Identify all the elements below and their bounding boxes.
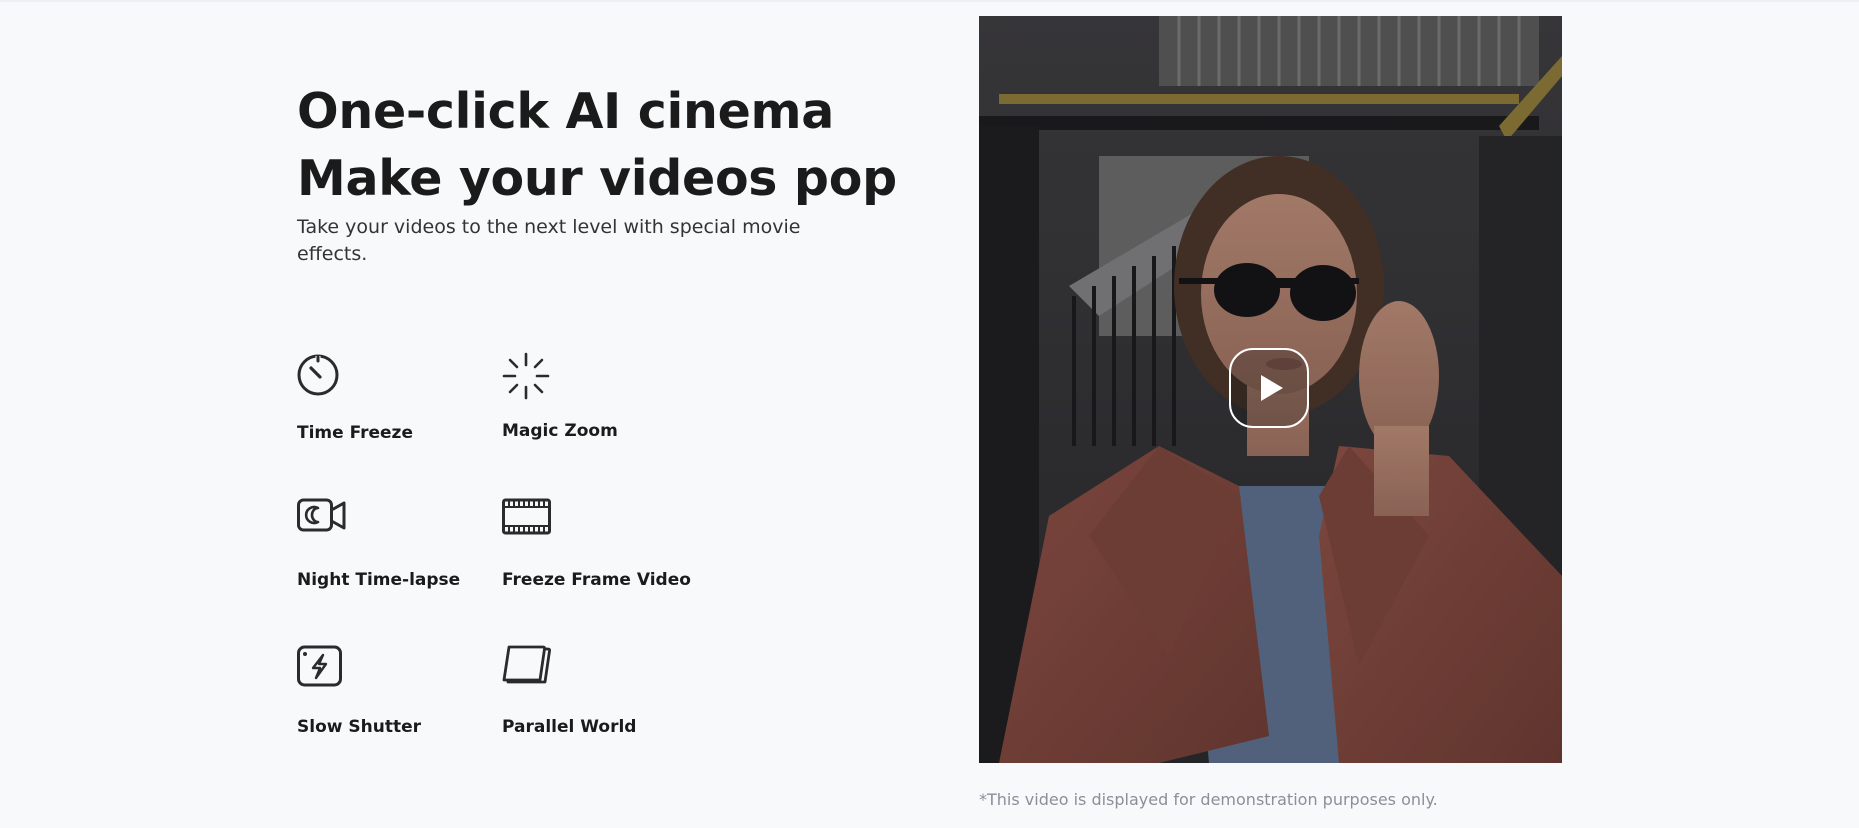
- burst-zoom-icon: [502, 352, 552, 402]
- video-disclaimer: *This video is displayed for demonstrati…: [979, 790, 1438, 809]
- feature-label: Parallel World: [502, 717, 637, 737]
- stacked-layers-icon: [502, 645, 552, 695]
- feature-label: Freeze Frame Video: [502, 570, 691, 590]
- feature-label: Slow Shutter: [297, 717, 421, 737]
- lightning-shutter-icon: [297, 645, 347, 695]
- play-icon: [1261, 375, 1283, 401]
- headline-line-2: Make your videos pop: [297, 150, 897, 207]
- demo-video-player[interactable]: [979, 16, 1562, 763]
- moon-camera-icon: [297, 498, 347, 548]
- hero-subtitle: Take your videos to the next level with …: [297, 216, 801, 265]
- headline-line-1: One-click AI cinema: [297, 83, 835, 140]
- play-button[interactable]: [1229, 348, 1309, 428]
- stopwatch-icon: [297, 352, 347, 402]
- feature-label: Time Freeze: [297, 423, 413, 443]
- top-divider: [0, 0, 1859, 2]
- film-strip-icon: [502, 498, 552, 548]
- page-title: One-click AI cinema Make your videos pop: [297, 78, 897, 212]
- feature-label: Magic Zoom: [502, 421, 618, 441]
- feature-label: Night Time-lapse: [297, 570, 461, 590]
